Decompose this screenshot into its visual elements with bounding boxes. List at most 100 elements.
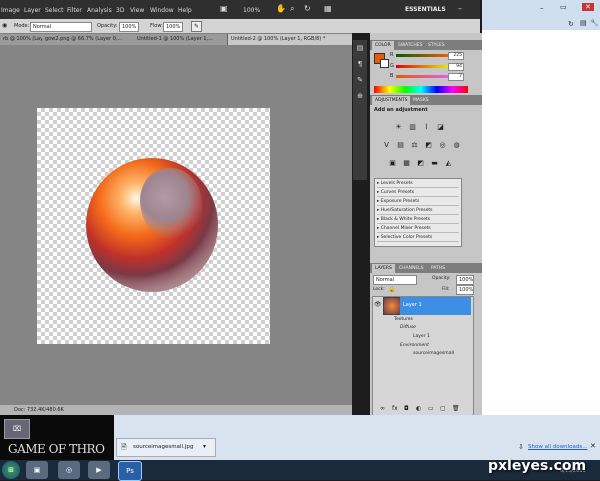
browser-maximize-icon[interactable]: ▭	[560, 3, 567, 11]
preset-hue-saturation[interactable]: ▸ Hue/Saturation Presets	[377, 207, 459, 215]
preset-curves[interactable]: ▸ Curves Presets	[377, 189, 459, 197]
menu-analysis[interactable]: Analysis	[87, 7, 112, 14]
tab-channels[interactable]: CHANNELS	[396, 264, 427, 273]
mask-icon[interactable]: ◘	[404, 405, 409, 412]
invert-icon[interactable]: ▣	[388, 159, 397, 168]
tab-doc-2[interactable]: gow2.png @ 66.7% (Layer 0,...	[42, 34, 136, 45]
levels-icon[interactable]: ▥	[408, 123, 417, 132]
preset-levels[interactable]: ▸ Levels Presets	[377, 180, 459, 188]
threshold-icon[interactable]: ◩	[416, 159, 425, 168]
curves-icon[interactable]: ⌇	[422, 123, 431, 132]
red-slider[interactable]	[396, 54, 452, 57]
show-all-downloads-link[interactable]: Show all downloads...	[528, 444, 587, 450]
tab-doc-3[interactable]: Untitled-1 @ 100% (Layer 1,...	[134, 34, 228, 45]
hue-saturation-icon[interactable]: ▤	[396, 141, 405, 150]
close-download-bar-icon[interactable]: ✕	[590, 442, 596, 450]
photo-filter-icon[interactable]: ◎	[438, 141, 447, 150]
tab-paths[interactable]: PATHS	[428, 264, 448, 273]
black-white-icon[interactable]: ◩	[424, 141, 433, 150]
background-color-swatch[interactable]	[380, 59, 389, 68]
blue-slider[interactable]	[396, 75, 452, 78]
tab-layers[interactable]: LAYERS	[372, 264, 395, 273]
wrench-icon[interactable]: 🔧	[590, 19, 599, 27]
menu-window[interactable]: Window	[150, 7, 174, 14]
layer-opacity-input[interactable]: 100%	[456, 275, 474, 285]
tab-styles[interactable]: STYLES	[425, 41, 448, 50]
tab-doc-active[interactable]: Untitled-2 @ 100% (Layer 1, RGB/8) *	[228, 34, 354, 45]
zoom-tool-icon[interactable]: ⌕	[290, 4, 294, 14]
fx-icon[interactable]: fx	[392, 405, 398, 412]
workspace-switcher[interactable]: ESSENTIALS	[405, 6, 446, 13]
fill-input[interactable]: 100%	[456, 285, 474, 295]
opacity-input[interactable]: 100%	[119, 22, 139, 32]
history-icon[interactable]: ▤	[356, 44, 364, 52]
menu-3d[interactable]: 3D	[116, 7, 124, 14]
window-thumbnail[interactable]: ⌧	[4, 419, 30, 439]
chrome-icon[interactable]: ◎	[58, 461, 80, 479]
zoom-level-dropdown[interactable]: 100%	[243, 7, 260, 14]
link-layers-icon[interactable]: ∞	[380, 405, 385, 412]
brightness-icon[interactable]: ☀	[394, 123, 403, 132]
group-icon[interactable]: ▭	[428, 405, 434, 412]
tab-color[interactable]: COLOR	[372, 41, 394, 50]
airbrush-icon[interactable]: ✎	[191, 21, 202, 32]
preset-black-white[interactable]: ▸ Black & White Presets	[377, 216, 459, 224]
brush-preset-icon[interactable]: ◉	[2, 22, 7, 29]
visibility-eye-icon[interactable]: 👁	[374, 301, 382, 308]
menu-layer[interactable]: Layer	[24, 7, 41, 14]
tab-swatches[interactable]: SWATCHES	[395, 41, 426, 50]
new-layer-icon[interactable]: ▢	[440, 405, 446, 412]
color-spectrum-bar[interactable]	[374, 86, 468, 93]
reload-icon[interactable]: ↻	[568, 20, 574, 28]
red-value[interactable]: 225	[448, 52, 464, 60]
green-value[interactable]: 94	[448, 63, 464, 71]
photoshop-taskbar-icon[interactable]: Ps	[118, 461, 142, 481]
exposure-icon[interactable]: ◪	[436, 123, 445, 132]
layer-row-selected[interactable]: Layer 1	[400, 297, 471, 315]
menu-filter[interactable]: Filter	[67, 7, 82, 14]
download-menu-chevron-icon[interactable]: ▾	[203, 443, 206, 450]
document-status: Doc: 732.4K/480.6K	[0, 405, 352, 415]
hand-tool-icon[interactable]: ✋	[276, 4, 286, 13]
lock-icon[interactable]: 🔒	[388, 286, 395, 293]
arrange-icon[interactable]: ▣	[220, 4, 228, 13]
adjustment-layer-icon[interactable]: ◐	[416, 405, 421, 412]
media-player-icon[interactable]: ▶	[88, 461, 110, 479]
tab-adjustments[interactable]: ADJUSTMENTS	[372, 96, 411, 105]
menu-help[interactable]: Help	[178, 7, 192, 14]
color-balance-icon[interactable]: ⚖	[410, 141, 419, 150]
explorer-icon[interactable]: ▣	[26, 461, 48, 479]
browser-minimize-icon[interactable]: –	[540, 4, 544, 12]
blend-mode-select[interactable]: Normal	[373, 275, 417, 285]
green-slider[interactable]	[396, 65, 452, 68]
rotate-view-icon[interactable]: ↻	[304, 4, 311, 13]
clone-source-icon[interactable]: ⊕	[356, 92, 364, 100]
flow-input[interactable]: 100%	[163, 22, 183, 32]
trash-icon[interactable]: 🗑	[452, 405, 460, 412]
menu-view[interactable]: View	[130, 7, 144, 14]
tab-doc-1[interactable]: rb @ 100% (Lay...	[0, 34, 44, 45]
preset-channel-mixer[interactable]: ▸ Channel Mixer Presets	[377, 225, 459, 233]
preset-exposure[interactable]: ▸ Exposure Presets	[377, 198, 459, 206]
browser-close-icon[interactable]: ✕	[582, 3, 594, 11]
page-menu-icon[interactable]: ▤	[580, 19, 587, 27]
channel-mixer-icon[interactable]: ◍	[452, 141, 461, 150]
preset-selective-color[interactable]: ▸ Selective Color Presets	[377, 234, 459, 242]
menu-image[interactable]: Image	[1, 7, 20, 14]
download-item[interactable]: 🗎 sourceimagesmall.jpg ▾	[116, 438, 216, 457]
start-button-icon[interactable]: ⊞	[2, 461, 20, 479]
menu-select[interactable]: Select	[45, 7, 64, 14]
posterize-icon[interactable]: ▦	[402, 159, 411, 168]
brushes-icon[interactable]: ✎	[356, 76, 364, 84]
minimize-icon[interactable]: –	[458, 4, 462, 13]
mode-select[interactable]: Normal	[30, 22, 92, 32]
selective-color-icon[interactable]: ◭	[444, 159, 453, 168]
tab-masks[interactable]: MASKS	[410, 96, 432, 105]
gradient-map-icon[interactable]: ▬	[430, 159, 439, 168]
layer-thumbnail[interactable]	[383, 297, 401, 315]
paragraph-icon[interactable]: ¶	[356, 60, 364, 68]
screen-mode-icon[interactable]: ▦	[324, 4, 332, 13]
vibrance-icon[interactable]: V	[382, 141, 391, 150]
adjustment-presets-list: ▸ Levels Presets ▸ Curves Presets ▸ Expo…	[374, 178, 462, 247]
blue-value[interactable]: 7	[448, 73, 464, 81]
